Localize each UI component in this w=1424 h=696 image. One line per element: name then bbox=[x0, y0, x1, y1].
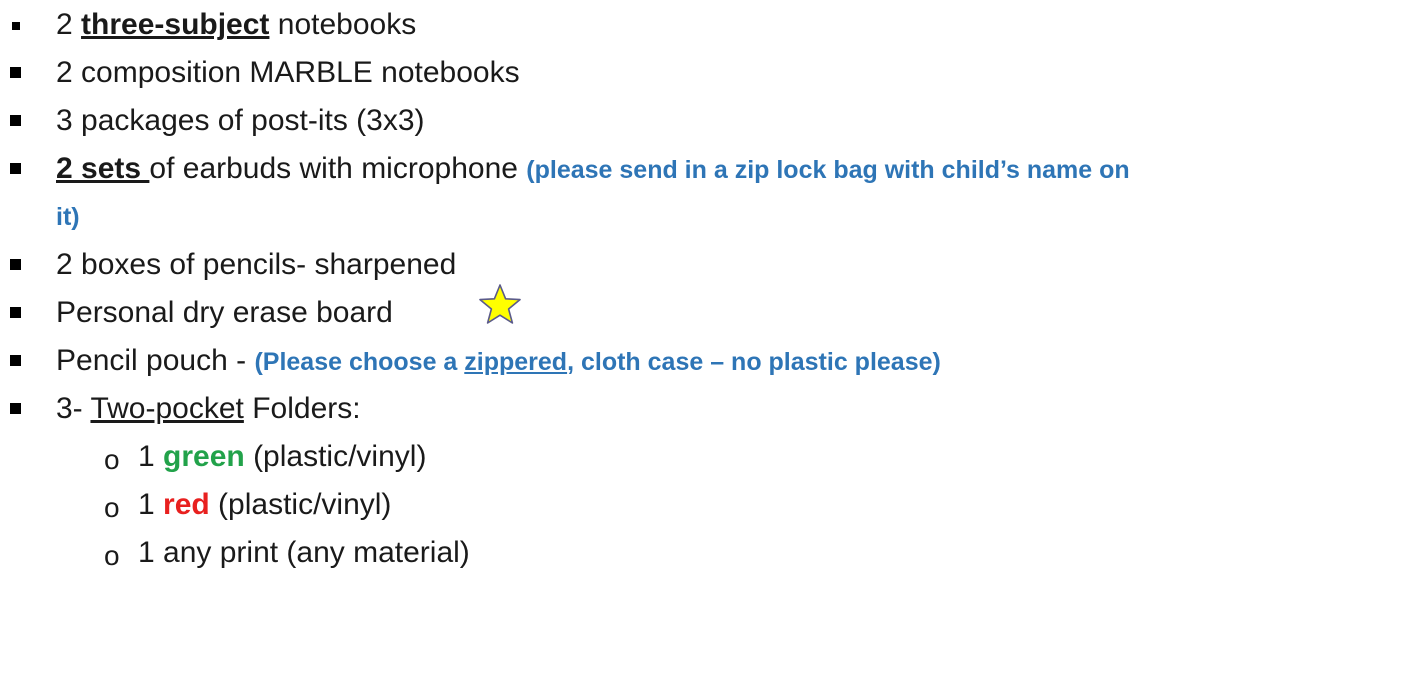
item-text: 2 composition MARBLE notebooks bbox=[56, 56, 520, 89]
item-suffix: Folders: bbox=[243, 392, 361, 425]
square-bullet-icon bbox=[10, 355, 21, 366]
item-prefix: Pencil pouch - bbox=[56, 344, 255, 377]
item-note-continued: it) bbox=[56, 203, 80, 231]
square-bullet-icon bbox=[10, 259, 21, 270]
star-icon bbox=[479, 284, 521, 324]
item-text: Personal dry erase board bbox=[56, 296, 393, 329]
square-bullet-icon bbox=[10, 403, 21, 414]
folder-color-word: green bbox=[163, 440, 245, 473]
folder-count: 1 bbox=[138, 488, 164, 521]
folder-detail: (plastic/vinyl) bbox=[209, 488, 392, 521]
list-item-dry-erase-board: Personal dry erase board bbox=[0, 289, 1424, 337]
item-emphasis: three-subject bbox=[81, 8, 270, 41]
circle-bullet-icon: o bbox=[104, 444, 120, 475]
square-bullet-icon bbox=[10, 307, 21, 318]
list-item-folders: 3- Two-pocket Folders: bbox=[0, 385, 1424, 433]
list-item-pencil-pouch: Pencil pouch - (Please choose a zippered… bbox=[0, 337, 1424, 385]
item-note: (please send in a zip lock bag with chil… bbox=[526, 156, 1130, 184]
item-underlined: Two-pocket bbox=[90, 392, 244, 425]
item-note-end: , cloth case – no plastic please) bbox=[567, 348, 941, 376]
item-note-underlined: zippered bbox=[464, 348, 568, 376]
folder-text: 1 any print (any material) bbox=[138, 536, 470, 569]
list-item-post-its: 3 packages of post-its (3x3) bbox=[0, 97, 1424, 145]
list-item-earbuds-continued: it) bbox=[0, 193, 1424, 241]
square-bullet-icon bbox=[10, 163, 21, 174]
item-suffix: notebooks bbox=[269, 8, 417, 41]
folder-item-any-print: o 1 any print (any material) bbox=[0, 529, 1424, 577]
square-bullet-icon bbox=[10, 115, 21, 126]
item-text: 2 boxes of pencils- sharpened bbox=[56, 248, 457, 281]
list-item-composition-notebooks: 2 composition MARBLE notebooks bbox=[0, 49, 1424, 97]
list-item-three-subject-notebooks: 2 three-subject notebooks bbox=[0, 1, 1424, 49]
folder-item-green: o 1 green (plastic/vinyl) bbox=[0, 433, 1424, 481]
item-middle: of earbuds with microphone bbox=[149, 152, 527, 185]
list-item-pencils: 2 boxes of pencils- sharpened bbox=[0, 241, 1424, 289]
folder-item-red: o 1 red (plastic/vinyl) bbox=[0, 481, 1424, 529]
item-prefix: 3- bbox=[56, 392, 91, 425]
list-item-earbuds: 2 sets of earbuds with microphone (pleas… bbox=[0, 145, 1424, 193]
folder-color-word: red bbox=[163, 488, 210, 521]
item-prefix: 2 bbox=[56, 8, 82, 41]
folder-count: 1 bbox=[138, 440, 164, 473]
item-emphasis: 2 sets bbox=[56, 152, 150, 185]
item-text: 3 packages of post-its (3x3) bbox=[56, 104, 425, 137]
square-bullet-icon bbox=[10, 67, 21, 78]
square-bullet-icon bbox=[12, 22, 20, 30]
folder-detail: (plastic/vinyl) bbox=[244, 440, 427, 473]
circle-bullet-icon: o bbox=[104, 492, 120, 523]
circle-bullet-icon: o bbox=[104, 540, 120, 571]
item-note-start: (Please choose a bbox=[254, 348, 465, 376]
